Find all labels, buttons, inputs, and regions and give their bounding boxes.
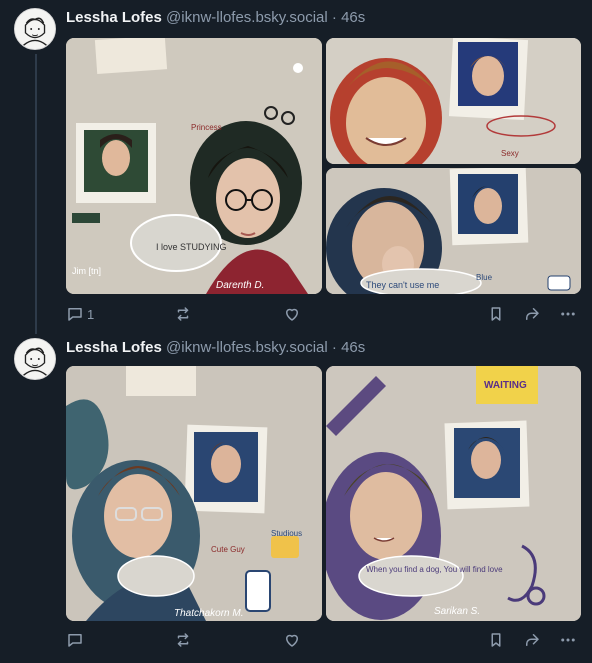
repost-icon — [177, 633, 189, 647]
more-button[interactable] — [559, 304, 577, 324]
post-image[interactable]: Thatchakorn M. Studious Cute Guy — [66, 366, 322, 621]
post-image[interactable]: WAITING When you find a dog, You will fi… — [326, 366, 581, 621]
reply-button[interactable]: 1 — [66, 304, 94, 324]
like-button[interactable] — [283, 304, 301, 324]
like-icon — [286, 634, 298, 647]
post-header: Lessha Lofes @iknw-llofes.bsky.social · … — [66, 339, 365, 357]
author-name[interactable]: Lessha Lofes — [66, 9, 162, 26]
image-text: Thatchakorn M. — [174, 608, 243, 619]
separator-dot: · — [331, 9, 337, 26]
more-icon — [561, 638, 575, 642]
reply-icon — [68, 634, 82, 647]
image-grid: I love STUDYING Princess Darenth D. Jim … — [66, 38, 581, 294]
thread-line — [35, 54, 37, 334]
share-button[interactable] — [523, 304, 541, 324]
bookmark-icon — [491, 633, 501, 647]
image-art: I love STUDYING Princess Darenth D. Jim … — [66, 38, 322, 294]
bookmark-button[interactable] — [487, 630, 505, 650]
post-image[interactable]: Sexy — [326, 38, 581, 164]
image-art: Sexy — [326, 38, 581, 164]
image-text: Sexy — [501, 149, 519, 158]
like-icon — [286, 308, 298, 321]
image-art: Thatchakorn M. Studious Cute Guy — [66, 366, 322, 621]
image-text: Cute Guy — [211, 545, 245, 554]
share-icon — [526, 634, 539, 646]
more-button[interactable] — [559, 630, 577, 650]
image-text: I love STUDYING — [156, 242, 227, 252]
bookmark-icon — [491, 307, 501, 321]
author-name[interactable]: Lessha Lofes — [66, 339, 162, 356]
image-text: They can't use me — [366, 280, 439, 290]
post-actions: 1 — [66, 304, 581, 324]
image-text: Sarikan S. — [434, 606, 480, 617]
post-image[interactable]: They can't use me Blue — [326, 168, 581, 294]
reply-count: 1 — [87, 306, 95, 322]
image-text: Jim [tn] — [72, 266, 101, 276]
separator-dot: · — [331, 339, 337, 356]
author-handle[interactable]: @iknw-llofes.bsky.social — [166, 9, 328, 26]
author-handle[interactable]: @iknw-llofes.bsky.social — [166, 339, 328, 356]
post-time[interactable]: 46s — [341, 339, 365, 356]
more-icon — [561, 312, 575, 316]
post-time[interactable]: 46s — [341, 9, 365, 26]
reply-button[interactable] — [66, 630, 87, 650]
image-text: WAITING — [484, 380, 527, 391]
reply-icon — [68, 308, 82, 321]
post-header: Lessha Lofes @iknw-llofes.bsky.social · … — [66, 9, 365, 27]
repost-button[interactable] — [174, 304, 192, 324]
post-actions — [66, 630, 581, 650]
image-text: Darenth D. — [216, 280, 264, 291]
image-art: WAITING When you find a dog, You will fi… — [326, 366, 581, 621]
like-button[interactable] — [283, 630, 301, 650]
post-image[interactable]: I love STUDYING Princess Darenth D. Jim … — [66, 38, 322, 294]
image-text: Blue — [476, 273, 493, 282]
image-art: They can't use me Blue — [326, 168, 581, 294]
repost-icon — [177, 307, 189, 321]
repost-button[interactable] — [174, 630, 192, 650]
avatar[interactable] — [14, 8, 56, 50]
share-button[interactable] — [523, 630, 541, 650]
image-text: Princess — [191, 123, 222, 132]
bookmark-button[interactable] — [487, 304, 505, 324]
image-text: When you find a dog, You will find love — [366, 565, 503, 574]
avatar[interactable] — [14, 338, 56, 380]
share-icon — [526, 308, 539, 320]
image-grid: Thatchakorn M. Studious Cute Guy WAITING — [66, 366, 581, 622]
